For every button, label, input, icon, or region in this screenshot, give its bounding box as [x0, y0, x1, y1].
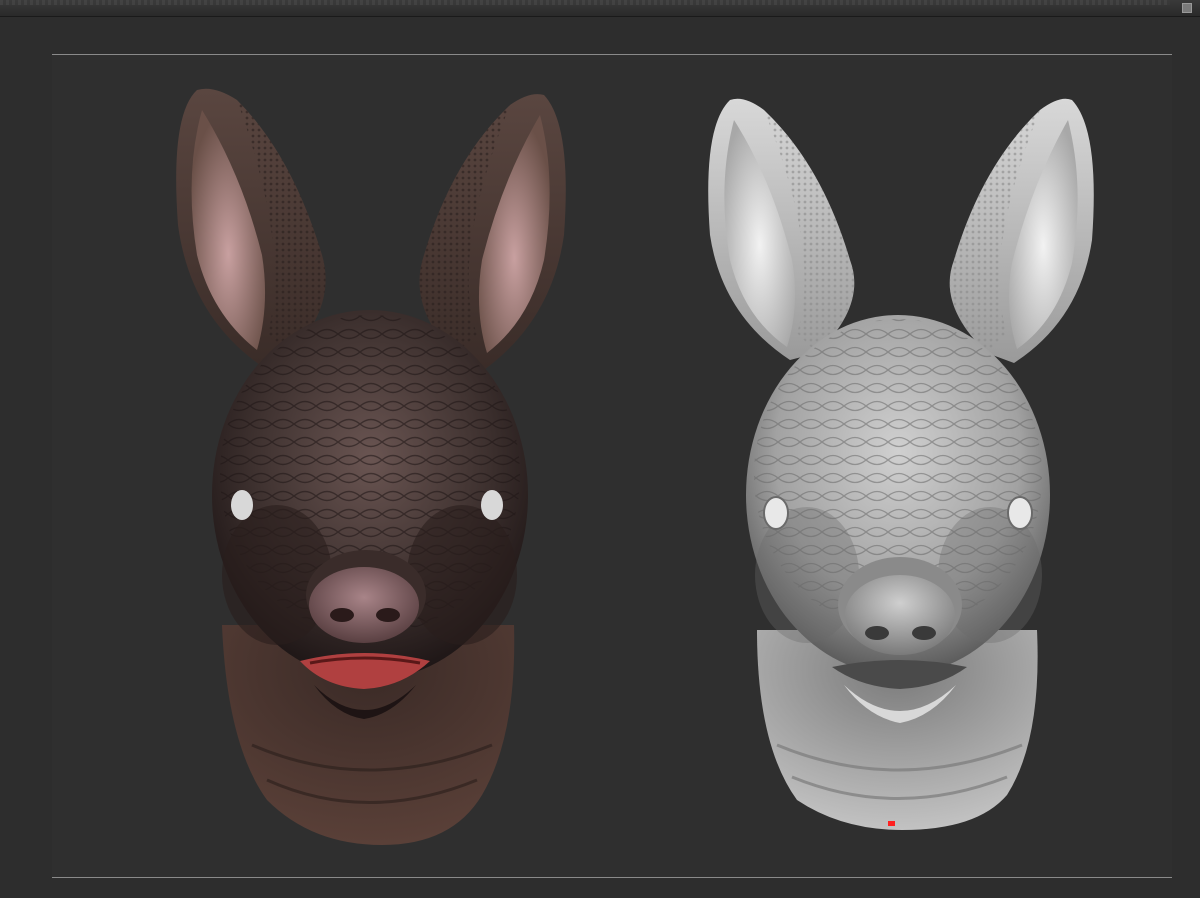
selection-marker[interactable]: [888, 821, 895, 826]
clay-model[interactable]: [708, 98, 1094, 830]
clay-left-eye: [763, 496, 789, 530]
document-viewport[interactable]: [52, 54, 1172, 878]
textured-right-eye: [481, 490, 503, 520]
clay-nose: [845, 575, 955, 655]
textured-nose: [309, 567, 419, 643]
toolbar-strip: [0, 0, 1170, 5]
textured-model[interactable]: [176, 88, 566, 845]
viewport-canvas[interactable]: [52, 55, 1172, 877]
clay-right-eye: [1007, 496, 1033, 530]
top-toolbar: [0, 0, 1200, 17]
zbrush-window: [0, 0, 1200, 898]
textured-left-eye: [231, 490, 253, 520]
window-toggle-button[interactable]: [1182, 3, 1192, 13]
